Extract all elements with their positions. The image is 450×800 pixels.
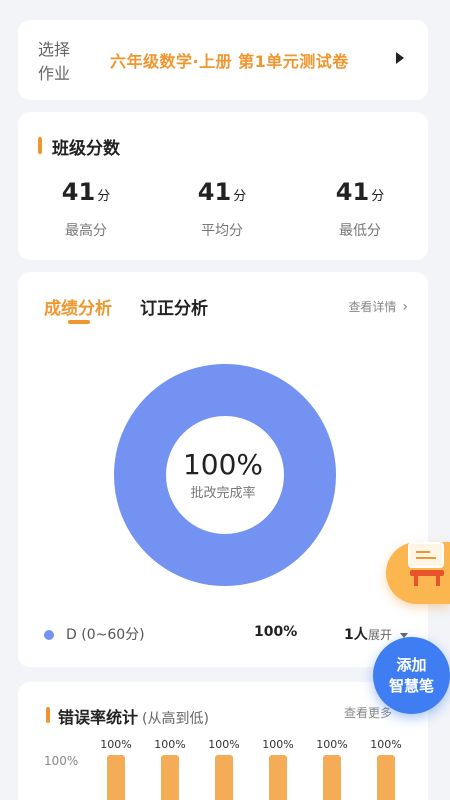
error-bar	[269, 755, 287, 800]
tab-correction-analysis[interactable]: 订正分析	[140, 294, 208, 319]
error-bar-label: 100%	[208, 738, 240, 751]
error-bar-label: 100%	[370, 738, 402, 751]
class-scores-card: 班级分数 41 分 最高分 41 分 平均分 41 分 最低分	[18, 112, 428, 260]
score-avg: 41 分 平均分	[162, 178, 282, 240]
homework-label: 选择作业	[38, 40, 71, 83]
stand-icon-leg	[436, 576, 440, 586]
view-detail-link[interactable]: 查看详情 ›	[348, 298, 408, 315]
view-more-link[interactable]: 查看更多	[344, 704, 392, 721]
error-bar-label: 100%	[154, 738, 186, 751]
score-min-value: 41	[335, 178, 370, 206]
legend-label: D (0~60分)	[66, 627, 145, 643]
view-detail-label: 查看详情	[348, 300, 397, 314]
score-max: 41 分 最高分	[26, 178, 146, 240]
completion-rate-value: 100%	[182, 448, 264, 481]
class-scores-title: 班级分数	[38, 134, 120, 159]
error-bar-column[interactable]: 100%	[312, 738, 352, 800]
score-unit: 分	[371, 189, 385, 204]
error-rate-card: 错误率统计 (从高到低) 查看更多 100% 100% 100% 100% 100% 10…	[18, 682, 428, 800]
error-bar-label: 100%	[100, 738, 132, 751]
error-rate-title: 错误率统计 (从高到低)	[46, 704, 209, 728]
error-bar	[215, 755, 233, 800]
play-arrow-icon[interactable]	[396, 52, 404, 64]
error-bar-column[interactable]: 100%	[258, 738, 298, 800]
score-min-label: 最低分	[339, 223, 381, 239]
score-unit: 分	[97, 189, 111, 204]
add-smart-pen-line2: 智慧笔	[388, 677, 434, 695]
score-avg-label: 平均分	[201, 223, 243, 239]
error-rate-subtitle: (从高到低)	[142, 711, 209, 727]
score-avg-value: 41	[197, 178, 232, 206]
class-scores-title-text: 班级分数	[52, 139, 120, 159]
stand-icon-leg	[414, 576, 418, 586]
homework-title[interactable]: 六年级数学·上册 第1单元测试卷	[110, 48, 349, 72]
error-bar-label: 100%	[316, 738, 348, 751]
analysis-card: 成绩分析 订正分析 查看详情 › 100% 批改完成率 D (0~60分) 100…	[18, 272, 428, 667]
add-smart-pen-button[interactable]: 添加 智慧笔	[373, 637, 450, 714]
tab-score-analysis[interactable]: 成绩分析	[44, 294, 112, 319]
error-bar	[377, 755, 395, 800]
error-bar	[161, 755, 179, 800]
error-bar-column[interactable]: 100%	[204, 738, 244, 800]
floating-task-widget[interactable]	[386, 542, 450, 604]
title-accent-bar	[46, 707, 50, 723]
legend-count: 1人	[344, 627, 368, 643]
expand-label: 展开	[368, 628, 393, 642]
error-bar	[323, 755, 341, 800]
add-smart-pen-line1: 添加	[396, 656, 427, 674]
score-max-label: 最高分	[65, 223, 107, 239]
error-bar-column[interactable]: 100%	[366, 738, 406, 800]
y-axis-tick: 100%	[44, 754, 79, 768]
error-rate-title-text: 错误率统计	[58, 708, 139, 727]
error-bar-label: 100%	[262, 738, 294, 751]
tab-active-indicator	[68, 320, 90, 324]
title-accent-bar	[38, 137, 42, 154]
score-max-value: 41	[61, 178, 96, 206]
score-unit: 分	[233, 189, 247, 204]
legend-item-d: D (0~60分) 100% 1人 展开	[44, 624, 410, 648]
document-icon	[408, 542, 444, 568]
legend-percent: 100%	[254, 624, 298, 640]
completion-rate-label: 批改完成率	[190, 486, 256, 501]
homework-selector[interactable]: 选择作业 六年级数学·上册 第1单元测试卷	[18, 20, 428, 100]
legend-dot	[44, 630, 54, 640]
error-bar-column[interactable]: 100%	[150, 738, 190, 800]
chevron-right-icon: ›	[402, 299, 408, 315]
error-bar	[107, 755, 125, 800]
error-bar-column[interactable]: 100%	[96, 738, 136, 800]
score-min: 41 分 最低分	[300, 178, 420, 240]
